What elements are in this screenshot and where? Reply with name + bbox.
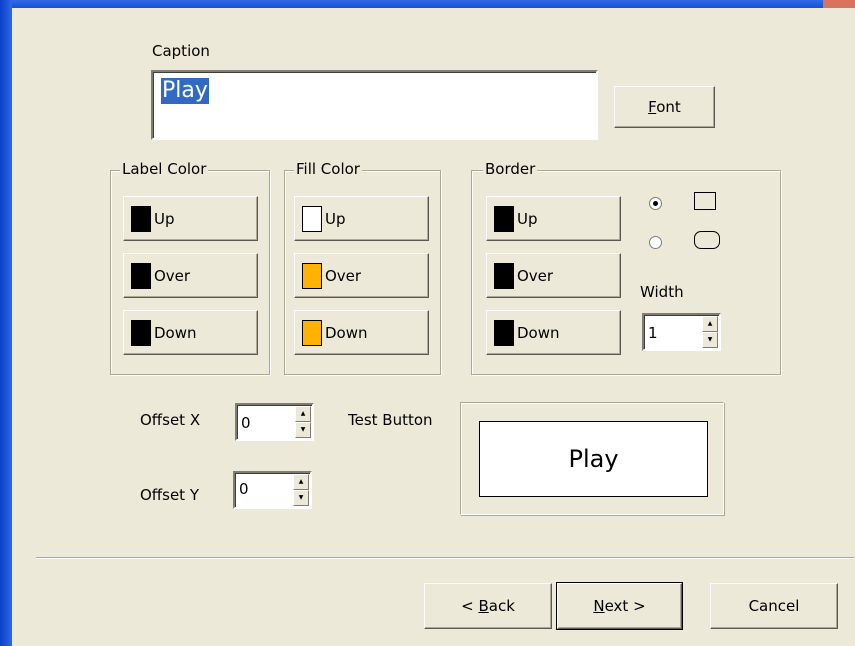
border-down-label: Down [517, 323, 560, 342]
next-button-label: Next > [593, 597, 646, 615]
width-spinbox[interactable]: 1 ▲ ▼ [642, 313, 721, 351]
fill-color-over-button[interactable]: Over [294, 253, 429, 298]
spin-up-icon[interactable]: ▲ [295, 406, 311, 422]
color-swatch [131, 319, 151, 346]
color-swatch [302, 205, 322, 232]
color-swatch [131, 262, 151, 289]
offset-x-label: Offset X [140, 411, 201, 429]
color-swatch [494, 205, 514, 232]
test-play-button[interactable]: Play [479, 421, 708, 497]
label-color-over-label: Over [154, 266, 191, 285]
font-button-label: Font [648, 98, 681, 116]
offset-y-value[interactable]: 0 [239, 480, 249, 498]
border-over-label: Over [517, 266, 554, 285]
color-swatch [494, 319, 514, 346]
offset-x-value[interactable]: 0 [241, 414, 251, 432]
label-color-down-label: Down [154, 323, 197, 342]
caption-input[interactable]: Play [151, 70, 598, 140]
rounded-rectangle-icon [694, 231, 720, 249]
close-button-edge[interactable] [823, 0, 855, 8]
back-button-label: < Back [461, 597, 515, 615]
fill-color-up-button[interactable]: Up [294, 196, 429, 241]
caption-label: Caption [152, 42, 210, 60]
width-value[interactable]: 1 [648, 324, 658, 342]
color-swatch [302, 262, 322, 289]
label-color-title: Label Color [120, 160, 209, 178]
color-swatch [131, 205, 151, 232]
test-button-label: Test Button [348, 411, 433, 429]
color-swatch [302, 319, 322, 346]
offset-x-spinner: ▲ ▼ [295, 406, 311, 438]
border-rounded-radio[interactable] [649, 236, 662, 249]
rectangle-shape-icon [694, 192, 716, 210]
border-title: Border [483, 160, 538, 178]
border-over-button[interactable]: Over [486, 253, 621, 298]
offset-y-spinner: ▲ ▼ [293, 474, 309, 506]
fill-color-title: Fill Color [294, 160, 362, 178]
label-color-up-label: Up [154, 209, 175, 228]
label-color-down-button[interactable]: Down [123, 310, 258, 355]
footer-divider [36, 557, 854, 559]
fill-color-down-label: Down [325, 323, 368, 342]
border-up-button[interactable]: Up [486, 196, 621, 241]
border-rectangle-radio[interactable] [649, 197, 662, 210]
spin-up-icon[interactable]: ▲ [293, 474, 309, 490]
spin-down-icon[interactable]: ▼ [293, 490, 309, 506]
fill-color-up-label: Up [325, 209, 346, 228]
caption-value[interactable]: Play [161, 78, 209, 104]
offset-y-label: Offset Y [140, 486, 199, 504]
color-swatch [494, 262, 514, 289]
border-up-label: Up [517, 209, 538, 228]
spin-up-icon[interactable]: ▲ [702, 316, 718, 332]
border-down-button[interactable]: Down [486, 310, 621, 355]
fill-color-over-label: Over [325, 266, 362, 285]
label-color-over-button[interactable]: Over [123, 253, 258, 298]
window-title-bar-edge [0, 0, 855, 8]
offset-x-spinbox[interactable]: 0 ▲ ▼ [235, 403, 314, 441]
width-spinner: ▲ ▼ [702, 316, 718, 348]
cancel-button[interactable]: Cancel [710, 583, 838, 629]
width-label: Width [640, 283, 684, 301]
label-color-up-button[interactable]: Up [123, 196, 258, 241]
spin-down-icon[interactable]: ▼ [295, 422, 311, 438]
back-button[interactable]: < Back [424, 583, 552, 629]
next-button[interactable]: Next > [556, 582, 683, 630]
spin-down-icon[interactable]: ▼ [702, 332, 718, 348]
window-left-border [0, 0, 12, 646]
offset-y-spinbox[interactable]: 0 ▲ ▼ [233, 471, 312, 509]
fill-color-down-button[interactable]: Down [294, 310, 429, 355]
font-button[interactable]: Font [614, 86, 715, 128]
